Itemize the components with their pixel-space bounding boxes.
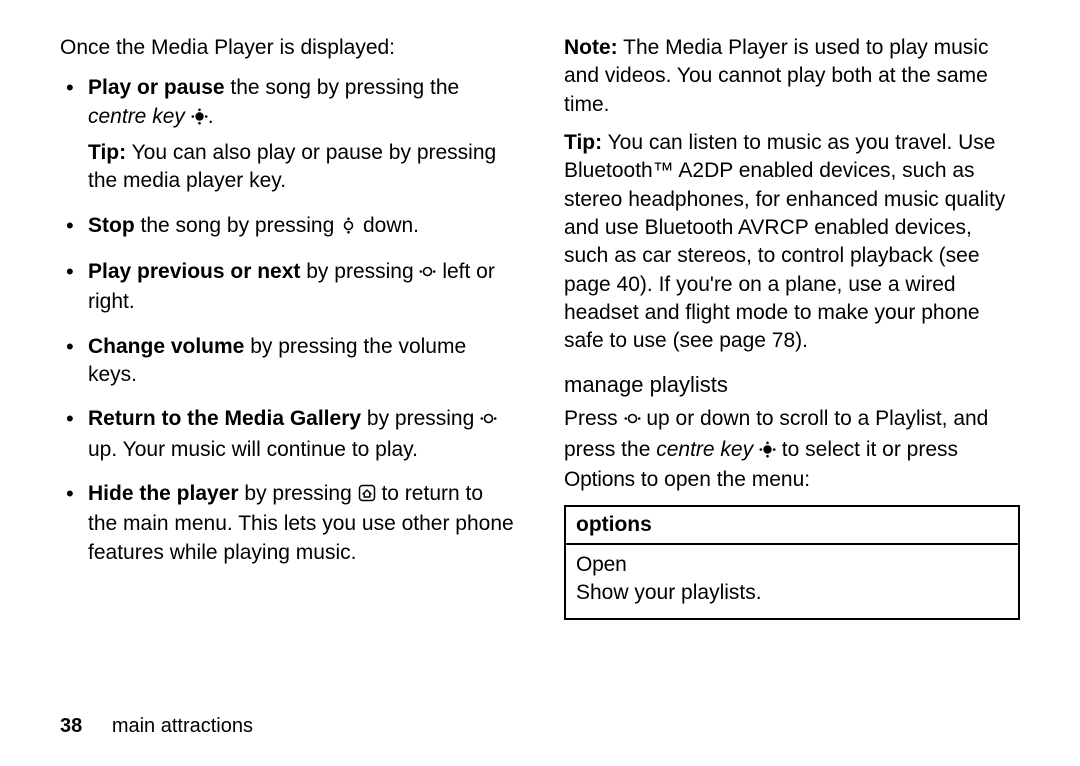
note-paragraph: Note: The Media Player is used to play m… <box>564 34 1020 119</box>
tip-text: You can also play or pause by pressing t… <box>88 141 496 192</box>
page-number: 38 <box>60 715 82 737</box>
lead-bold: Stop <box>88 214 135 237</box>
nav-vertical-icon <box>340 214 357 242</box>
text: to open the menu: <box>635 468 810 491</box>
tip-label: Tip: <box>564 131 602 154</box>
text: Press <box>564 407 624 430</box>
centre-key-label: centre key <box>656 438 753 461</box>
options-table: options Open Show your playlists. <box>564 505 1020 620</box>
note-label: Note: <box>564 36 618 59</box>
text: . <box>208 105 214 128</box>
nav-horizontal-icon <box>419 260 436 288</box>
list-item: Change volume by pressing the volume key… <box>60 333 516 390</box>
home-icon <box>358 482 376 510</box>
list-item: Play previous or next by pressing left o… <box>60 258 516 317</box>
centre-key-label: centre key <box>88 105 185 128</box>
text: the song by pressing <box>135 214 340 237</box>
left-column: Once the Media Player is displayed: Play… <box>60 34 516 620</box>
lead-bold: Return to the Media Gallery <box>88 407 361 430</box>
nav-horizontal-icon <box>624 407 641 435</box>
lead-bold: Play or pause <box>88 76 225 99</box>
option-description: Show your playlists. <box>576 579 1008 607</box>
right-column: Note: The Media Player is used to play m… <box>564 34 1020 620</box>
text: by pressing <box>239 482 358 505</box>
subheading-manage-playlists: manage playlists <box>564 370 1020 400</box>
list-item: Return to the Media Gallery by pressing … <box>60 405 516 464</box>
list-item: Play or pause the song by pressing the c… <box>60 74 516 195</box>
text: by pressing <box>361 407 480 430</box>
lead-bold: Play previous or next <box>88 260 300 283</box>
note-text: The Media Player is used to play music a… <box>564 36 988 116</box>
nav-horizontal-icon <box>480 407 497 435</box>
tip-text: You can listen to music as you travel. U… <box>564 131 1005 352</box>
two-column-layout: Once the Media Player is displayed: Play… <box>60 34 1020 620</box>
tip-paragraph: Tip: You can listen to music as you trav… <box>564 129 1020 356</box>
options-table-cell: Open Show your playlists. <box>566 545 1018 618</box>
document-page: Once the Media Player is displayed: Play… <box>0 0 1080 766</box>
lead-bold: Hide the player <box>88 482 239 505</box>
text: the song by pressing the <box>225 76 460 99</box>
playlist-instruction: Press up or down to scroll to a Playlist… <box>564 405 1020 494</box>
list-item: Stop the song by pressing down. <box>60 212 516 242</box>
centre-key-icon <box>759 438 776 466</box>
page-footer: 38 main attractions <box>60 715 253 738</box>
text: to select it or press <box>776 438 958 461</box>
tip-label: Tip: <box>88 141 126 164</box>
text: by pressing <box>300 260 419 283</box>
text: up. Your music will continue to play. <box>88 438 418 461</box>
lead-bold: Change volume <box>88 335 244 358</box>
options-table-header: options <box>566 507 1018 545</box>
text: down. <box>357 214 419 237</box>
list-item: Hide the player by pressing to return to… <box>60 480 516 567</box>
options-label: Options <box>564 468 635 491</box>
instructions-list: Play or pause the song by pressing the c… <box>60 74 516 567</box>
centre-key-icon <box>191 105 208 133</box>
intro-paragraph: Once the Media Player is displayed: <box>60 34 516 62</box>
section-name: main attractions <box>112 715 253 737</box>
option-name: Open <box>576 551 1008 579</box>
